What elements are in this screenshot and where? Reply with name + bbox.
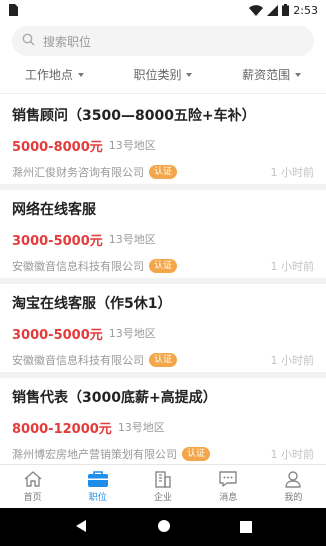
job-salary: 3000-5000元: [12, 327, 103, 343]
tab-label: 企业: [154, 493, 173, 503]
building-icon: [153, 470, 173, 488]
filter-bar: 工作地点 职位类别 薪资范围: [0, 56, 326, 94]
job-salary: 8000-12000元: [12, 421, 112, 437]
filter-label: 薪资范围: [242, 68, 291, 82]
tab-home[interactable]: 首页: [0, 465, 65, 508]
signal-icon: [267, 4, 279, 16]
message-icon: [218, 470, 238, 488]
post-time: 1 小时前: [270, 448, 315, 461]
status-time: 2:53: [293, 3, 318, 17]
search-placeholder: 搜索职位: [43, 34, 92, 49]
job-card[interactable]: 销售顾问（3500—8000五险+车补） 5000-8000元 13号地区 滁州…: [0, 96, 326, 190]
tab-company[interactable]: 企业: [130, 465, 195, 508]
status-bar: 2:53: [0, 0, 326, 20]
tab-label: 首页: [23, 493, 42, 503]
caret-down-icon: [77, 72, 84, 77]
search-icon: [22, 33, 35, 49]
battery-icon: [282, 4, 290, 16]
company-name: 滁州汇俊财务咨询有限公司: [12, 166, 144, 179]
post-time: 1 小时前: [270, 166, 315, 179]
job-title: 网络在线客服: [12, 202, 96, 218]
filter-label: 职位类别: [133, 68, 182, 82]
bottom-tab-bar: 首页 职位 企业 消息 我的: [0, 464, 326, 508]
company-name: 安徽徽音信息科技有限公司: [12, 354, 144, 367]
job-area: 13号地区: [108, 327, 156, 340]
verified-badge: 认证: [149, 353, 178, 367]
job-card[interactable]: 淘宝在线客服（作5休1） 3000-5000元 13号地区 安徽徽音信息科技有限…: [0, 284, 326, 378]
tab-profile[interactable]: 我的: [261, 465, 326, 508]
job-list: 销售顾问（3500—8000五险+车补） 5000-8000元 13号地区 滁州…: [0, 96, 326, 464]
filter-location[interactable]: 工作地点: [25, 66, 84, 83]
job-area: 13号地区: [117, 421, 165, 434]
filter-label: 工作地点: [24, 68, 73, 82]
company-name: 滁州博宏房地产营销策划有限公司: [12, 448, 177, 461]
filter-category[interactable]: 职位类别: [133, 66, 193, 83]
recents-icon[interactable]: [239, 518, 252, 537]
sim-card-icon: [8, 4, 18, 16]
company-name: 安徽徽音信息科技有限公司: [12, 260, 144, 273]
job-title: 销售代表（3000底薪+高提成）: [12, 390, 217, 406]
caret-down-icon: [295, 72, 302, 77]
back-icon[interactable]: [74, 518, 88, 537]
job-card[interactable]: 网络在线客服 3000-5000元 13号地区 安徽徽音信息科技有限公司 认证 …: [0, 190, 326, 284]
briefcase-icon: [87, 470, 109, 488]
job-area: 13号地区: [108, 139, 156, 152]
wifi-icon: [249, 4, 264, 16]
job-area: 13号地区: [108, 233, 156, 246]
job-card[interactable]: 销售代表（3000底薪+高提成） 8000-12000元 13号地区 滁州博宏房…: [0, 378, 326, 464]
job-title: 销售顾问（3500—8000五险+车补）: [12, 108, 256, 124]
verified-badge: 认证: [149, 165, 178, 179]
caret-down-icon: [186, 72, 193, 77]
job-salary: 3000-5000元: [12, 233, 103, 249]
search-input[interactable]: 搜索职位: [12, 26, 314, 56]
tab-jobs[interactable]: 职位: [65, 465, 130, 508]
system-nav-bar: [0, 508, 326, 546]
tab-label: 消息: [219, 493, 238, 503]
tab-messages[interactable]: 消息: [196, 465, 261, 508]
verified-badge: 认证: [182, 447, 211, 461]
user-icon: [283, 470, 303, 488]
home-button-icon[interactable]: [157, 518, 171, 537]
job-title: 淘宝在线客服（作5休1）: [12, 296, 172, 312]
tab-label: 职位: [88, 493, 107, 503]
post-time: 1 小时前: [270, 260, 315, 273]
home-icon: [23, 470, 43, 488]
filter-salary[interactable]: 薪资范围: [242, 66, 302, 83]
job-salary: 5000-8000元: [12, 139, 103, 155]
post-time: 1 小时前: [270, 354, 315, 367]
verified-badge: 认证: [149, 259, 178, 273]
tab-label: 我的: [284, 493, 303, 503]
